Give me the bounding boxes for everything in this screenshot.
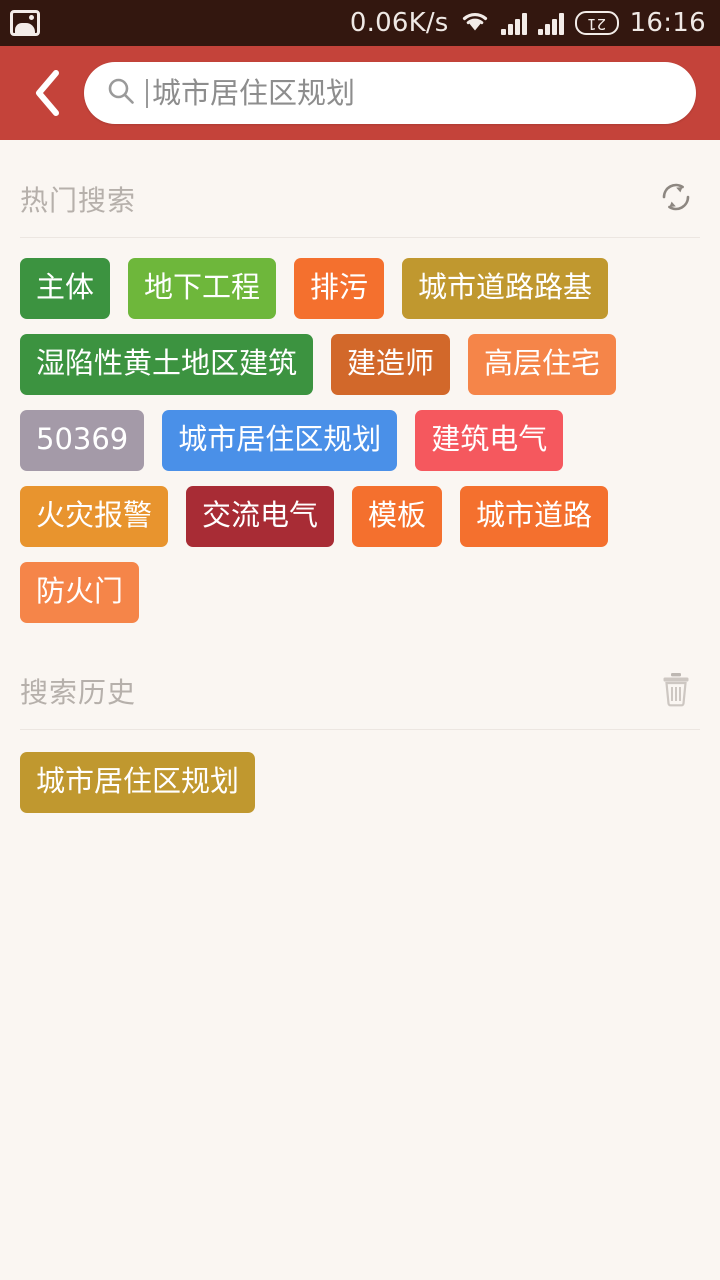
app-header: 城市居住区规划 <box>0 46 720 140</box>
clock-text: 16:16 <box>629 8 706 38</box>
signal-bars-icon-2 <box>537 11 564 35</box>
search-history-title: 搜索历史 <box>20 675 137 709</box>
search-history-tag-0[interactable]: 城市居住区规划 <box>20 752 256 813</box>
content-area: 热门搜索 主体 地下工程 排污 城市道路路基湿陷性黄土地区建筑 建造师 高层住宅 50369… <box>0 160 720 828</box>
search-input[interactable]: 城市居住区规划 <box>84 62 696 124</box>
clear-history-button[interactable] <box>652 667 700 715</box>
hot-search-tag-7[interactable]: 50369 <box>20 410 145 471</box>
status-bar: 0.06K/s 21 16:16 <box>0 0 720 46</box>
hot-search-tag-14[interactable]: 防火门 <box>20 562 140 623</box>
hot-search-tag-11[interactable]: 交流电气 <box>186 486 335 547</box>
hot-search-tag-3[interactable]: 城市道路路基 <box>402 258 609 319</box>
chevron-left-icon <box>30 68 64 118</box>
hot-search-tag-2[interactable]: 排污 <box>294 258 385 319</box>
status-bar-right: 0.06K/s 21 16:16 <box>350 8 706 38</box>
hot-search-tag-list: 主体 地下工程 排污 城市道路路基湿陷性黄土地区建筑 建造师 高层住宅 50369 城市居住区… <box>20 238 700 638</box>
refresh-icon <box>655 176 697 222</box>
status-bar-left <box>10 10 40 36</box>
refresh-button[interactable] <box>652 175 700 223</box>
hot-search-tag-12[interactable]: 模板 <box>352 486 443 547</box>
battery-level-text: 21 <box>587 14 607 33</box>
hot-search-tag-8[interactable]: 城市居住区规划 <box>162 410 398 471</box>
hot-search-title: 热门搜索 <box>20 183 137 217</box>
hot-search-tag-10[interactable]: 火灾报警 <box>20 486 169 547</box>
photo-icon <box>10 10 40 36</box>
hot-search-tag-0[interactable]: 主体 <box>20 258 111 319</box>
trash-icon <box>659 670 693 712</box>
signal-bars-icon <box>500 11 527 35</box>
hot-search-tag-5[interactable]: 建造师 <box>331 334 451 395</box>
hot-search-tag-1[interactable]: 地下工程 <box>128 258 277 319</box>
wifi-icon <box>460 9 490 37</box>
back-button[interactable] <box>16 62 78 124</box>
search-history-tag-list: 城市居住区规划 <box>20 730 700 828</box>
hot-search-tag-13[interactable]: 城市道路 <box>460 486 609 547</box>
network-speed-text: 0.06K/s <box>349 8 449 38</box>
hot-search-header: 热门搜索 <box>20 160 700 238</box>
search-input-value: 城市居住区规划 <box>146 78 355 108</box>
battery-icon: 21 <box>574 11 619 35</box>
search-history-header: 搜索历史 <box>20 652 700 730</box>
hot-search-tag-6[interactable]: 高层住宅 <box>468 334 617 395</box>
hot-search-tag-4[interactable]: 湿陷性黄土地区建筑 <box>20 334 314 395</box>
hot-search-tag-9[interactable]: 建筑电气 <box>415 410 564 471</box>
search-icon <box>106 76 136 110</box>
